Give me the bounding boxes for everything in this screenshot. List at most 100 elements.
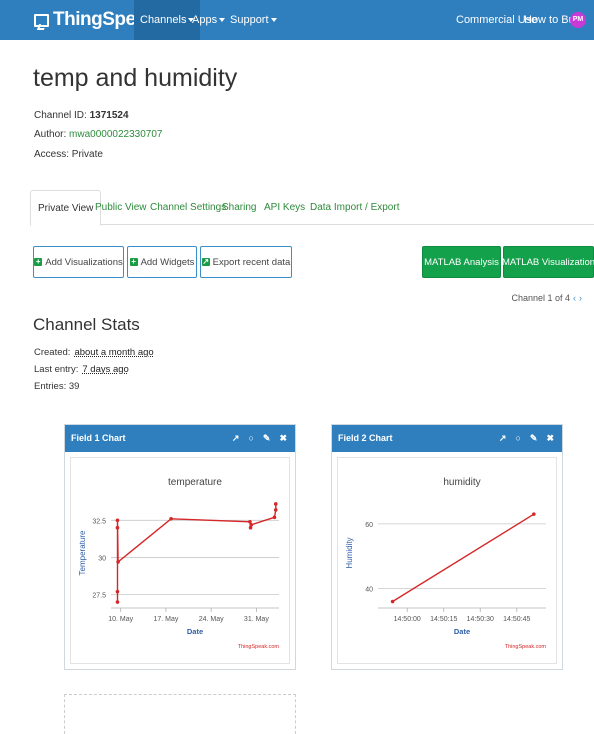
close-icon[interactable]: ✖ [546, 425, 554, 452]
data-point [272, 515, 277, 520]
avatar[interactable]: PM [570, 12, 586, 28]
access-value: Private [71, 149, 103, 160]
y-tick-label: 40 [365, 587, 373, 594]
channel-pager: Channel 1 of 4 ‹ › [511, 293, 582, 303]
data-point [532, 512, 536, 516]
data-point [115, 518, 120, 523]
author-label: Author: [34, 129, 67, 140]
chart-frame: humidity 40 60 14:50:00 14:50:15 14:50:30 14:5… [337, 457, 557, 664]
widget-header: Field 2 Chart ↗ ○ ✎ ✖ [332, 425, 562, 452]
widget-tools: ↗ ○ ✎ ✖ [499, 425, 554, 452]
add-widgets-label: Add Widgets [140, 256, 195, 268]
nav-channels-label: Channels [140, 14, 187, 26]
empty-widget-placeholder [64, 694, 296, 734]
chevron-right-icon[interactable]: › [579, 293, 582, 303]
pencil-icon[interactable]: ✎ [530, 425, 538, 452]
add-visualizations-label: Add Visualizations [45, 256, 123, 268]
widget-title: Field 1 Chart [71, 433, 126, 443]
data-point [273, 508, 278, 512]
data-point [249, 522, 254, 527]
nav-support-label: Support [230, 14, 269, 26]
top-navbar: ThingSpeak™ Channels Apps Support Commer… [0, 0, 594, 40]
plus-icon: + [34, 257, 43, 266]
last-entry-value: 7 days ago [82, 364, 129, 375]
temperature-chart[interactable]: temperature 27.5 30 32.5 10. May 17. May 24. M… [71, 458, 291, 666]
matlab-visualization-button[interactable]: MATLAB Visualization [502, 246, 594, 278]
data-point [169, 517, 173, 521]
widget-tools: ↗ ○ ✎ ✖ [232, 425, 287, 452]
author-link[interactable]: mwa0000022330707 [69, 129, 162, 140]
nav-apps-label: Apps [192, 14, 218, 26]
export-recent-data-button[interactable]: ↗ Export recent data [200, 246, 292, 278]
plus-icon: + [129, 257, 138, 266]
humidity-chart[interactable]: humidity 40 60 14:50:00 14:50:15 14:50:30 14:5… [338, 458, 558, 666]
data-point [115, 589, 120, 594]
created-label: Created: [34, 347, 71, 358]
y-tick-label: 32.5 [92, 518, 106, 525]
entries-value: 39 [68, 381, 80, 392]
channel-stats-title: Channel Stats [33, 315, 140, 334]
y-tick-label: 30 [98, 555, 106, 562]
data-point [115, 600, 120, 604]
field-2-chart-widget: Field 2 Chart ↗ ○ ✎ ✖ humidity 40 60 14:50:… [331, 424, 563, 670]
channel-tabs: Private View Public View Channel Setting… [30, 190, 594, 226]
channel-access: Access: Private [34, 149, 103, 160]
entries-label: Entries: [34, 381, 67, 392]
export-recent-data-label: Export recent data [212, 256, 291, 268]
x-tick-label: 31. May [244, 616, 269, 623]
pencil-icon[interactable]: ✎ [263, 425, 271, 452]
page-title: temp and humidity [33, 64, 238, 92]
channel-id: Channel ID: 1371524 [34, 110, 129, 121]
stat-last-entry: Last entry: 7 days ago [34, 364, 129, 375]
x-tick-label: 14:50:15 [430, 616, 457, 623]
export-icon: ↗ [201, 257, 210, 266]
chevron-left-icon[interactable]: ‹ [573, 293, 576, 303]
series-line [116, 503, 277, 603]
chart-credit: ThingSpeak.com [238, 644, 280, 650]
stat-created: Created: about a month ago [34, 347, 154, 358]
widget-header: Field 1 Chart ↗ ○ ✎ ✖ [65, 425, 295, 452]
close-icon[interactable]: ✖ [279, 425, 287, 452]
tab-data-import-export[interactable]: Data Import / Export [303, 190, 406, 225]
chart-title: temperature [168, 477, 222, 488]
channel-id-label: Channel ID: [34, 110, 87, 121]
created-value: about a month ago [74, 347, 154, 358]
access-label: Access: [34, 149, 70, 160]
x-tick-label: 14:50:45 [503, 616, 530, 623]
chart-frame: temperature 27.5 30 32.5 10. May 17. May 24. M… [70, 457, 290, 664]
chevron-down-icon [270, 18, 277, 23]
x-axis-label: Date [187, 627, 203, 636]
stat-entries: Entries: 39 [34, 381, 79, 392]
y-tick-label: 60 [365, 522, 373, 529]
comment-icon[interactable]: ○ [515, 425, 520, 452]
widget-title: Field 2 Chart [338, 433, 393, 443]
y-axis-label: Temperature [78, 530, 87, 575]
x-tick-label: 14:50:30 [467, 616, 494, 623]
comment-icon[interactable]: ○ [248, 425, 253, 452]
add-widgets-button[interactable]: + Add Widgets [127, 246, 197, 278]
y-tick-label: 27.5 [92, 593, 106, 600]
chat-bubble-icon [34, 13, 49, 27]
x-tick-label: 10. May [108, 616, 133, 623]
pager-text: Channel 1 of 4 [511, 293, 570, 303]
y-axis-label: Humidity [345, 537, 354, 568]
data-point [390, 599, 395, 604]
matlab-analysis-button[interactable]: MATLAB Analysis [422, 246, 501, 278]
data-point [248, 525, 253, 530]
field-1-chart-widget: Field 1 Chart ↗ ○ ✎ ✖ temperature 27.5 30 3… [64, 424, 296, 670]
channel-id-value: 1371524 [89, 110, 129, 121]
x-tick-label: 24. May [199, 616, 224, 623]
channel-author: Author: mwa0000022330707 [34, 129, 162, 140]
chart-title: humidity [443, 477, 480, 488]
external-link-icon[interactable]: ↗ [232, 425, 240, 452]
external-link-icon[interactable]: ↗ [499, 425, 507, 452]
x-tick-label: 17. May [153, 616, 178, 623]
last-entry-label: Last entry: [34, 364, 79, 375]
data-point [273, 502, 278, 506]
chart-credit: ThingSpeak.com [505, 644, 547, 650]
nav-support[interactable]: Support [224, 0, 283, 40]
x-tick-label: 14:50:00 [394, 616, 421, 623]
add-visualizations-button[interactable]: + Add Visualizations [33, 246, 124, 278]
data-point [115, 525, 120, 530]
x-axis-label: Date [454, 627, 470, 636]
